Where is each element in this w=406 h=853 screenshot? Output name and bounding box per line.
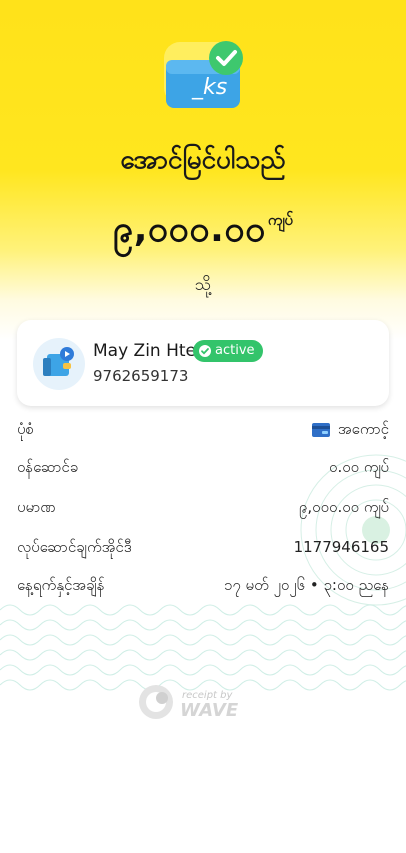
ks-success-wallet-icon: _ks	[158, 38, 250, 118]
detail-value: ၉,၀၀၀.၀၀ ကျပ်	[298, 498, 389, 516]
wave-receipt-logo: receipt by WAVE	[136, 680, 246, 724]
amount-unit: ကျပ်	[267, 211, 293, 229]
detail-label: နေ့ရက်နှင့်အချိန်	[17, 576, 105, 594]
to-label: သို့	[194, 275, 212, 295]
detail-value: အကောင့်	[311, 420, 389, 442]
recipient-phone: 9762659173	[93, 367, 189, 385]
recipient-name: May Zin Htet	[93, 341, 203, 361]
detail-label: လုပ်ဆောင်ချက်အိုင်ဒီ	[17, 538, 132, 556]
detail-value[interactable]: 1177946165	[294, 538, 389, 556]
account-card-icon	[311, 422, 330, 437]
badge-label: active	[215, 343, 255, 358]
detail-label: ပုံစံ	[17, 420, 34, 438]
amount-value: ၉,၀၀၀.၀၀	[113, 209, 266, 250]
svg-text:_ks: _ks	[191, 75, 227, 100]
status-badge: active	[193, 340, 263, 362]
wave-wallet-icon	[33, 338, 85, 390]
amount-display: ၉,၀၀၀.၀၀ ကျပ်	[0, 205, 406, 259]
detail-label: ပမာဏ	[17, 498, 56, 516]
svg-text:WAVE: WAVE	[180, 700, 239, 721]
detail-value: ၀.၀၀ ကျပ်	[329, 458, 389, 476]
detail-label: ဝန်ဆောင်ခ	[17, 458, 79, 476]
recipient-card[interactable]: May Zin Htet active 9762659173	[17, 320, 389, 406]
detail-value: ၁၇ မတ် ၂၀၂၆ • ၃:၀၀ ညနေ	[223, 576, 389, 594]
page-title: အောင်မြင်ပါသည်	[120, 145, 286, 175]
check-badge-icon	[199, 345, 211, 357]
